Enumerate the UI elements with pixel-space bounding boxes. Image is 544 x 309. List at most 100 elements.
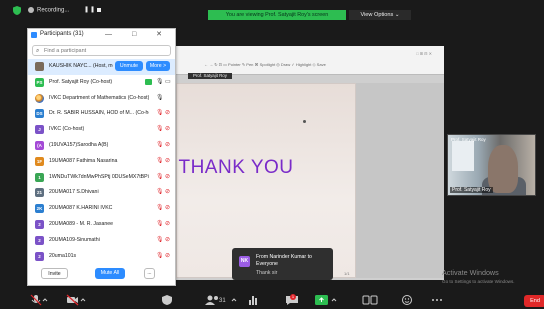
microphone-icon[interactable]: 🎙	[156, 95, 164, 102]
chat-notification[interactable]: NK From Narinder Kumar to Everyone Thank…	[232, 248, 333, 280]
speaker-video-thumbnail[interactable]: Prof. Satyajit Roy Prof. Satyajit Roy	[447, 134, 536, 196]
microphone-icon[interactable]: 🎙	[156, 79, 164, 86]
search-input[interactable]	[44, 47, 164, 55]
security-button[interactable]	[160, 294, 174, 306]
panel-window-controls[interactable]: — □ ✕	[105, 30, 171, 38]
participant-avatar: DS	[35, 109, 44, 119]
end-meeting-button[interactable]: End	[524, 295, 544, 307]
video-top-label: Prof. Satyajit Roy	[451, 137, 486, 142]
participant-name: IVKC (Co-host)	[49, 126, 85, 133]
recording-label: Recording...	[37, 7, 70, 14]
annotation-tools-row[interactable]: ← → ↻ ⊡ ▭ Pointer ✎ Pen ⌘ Spotlight ◎ Dr…	[204, 62, 326, 67]
participant-name: 19UMA087 Fathima Nasarina	[49, 157, 118, 164]
microphone-muted-icon[interactable]: 🎙	[156, 253, 164, 260]
stop-recording-button[interactable]	[97, 8, 101, 12]
participant-more-button[interactable]: More >	[146, 61, 170, 71]
more-dots-icon	[432, 299, 442, 301]
chat-button[interactable]: 1	[284, 294, 302, 306]
participant-row[interactable]: 2K 20UMA087 K.HARINI IVKC 🎙 ⊘	[28, 201, 175, 217]
record-button[interactable]	[362, 294, 378, 306]
microphone-muted-icon[interactable]: 🎙	[156, 142, 164, 149]
participant-row[interactable]: (A (19UVA157)Sarodha A(B) 🎙 ⊘	[28, 138, 175, 154]
unmute-button[interactable]: Unmute	[115, 61, 143, 71]
reactions-button[interactable]	[400, 294, 414, 306]
participant-row[interactable]: 1 1WNDuTWk7dnMwPhSPtj 0DUSeMX7tBPiBt... 🎙 ⊘	[28, 170, 175, 186]
mute-button[interactable]	[30, 294, 48, 306]
participant-row[interactable]: 2 20uma101s 🎙 ⊘	[28, 249, 175, 265]
share-screen-button[interactable]	[314, 294, 340, 306]
more-options-button[interactable]: ...	[144, 268, 155, 279]
recording-indicator: Recording...	[28, 7, 69, 14]
participant-search[interactable]: ⌕	[32, 45, 171, 56]
slide-number: 1/1	[344, 271, 350, 276]
participant-row[interactable]: IVKC Department of Mathematics (Co-host)…	[28, 91, 175, 107]
meeting-top-bar: Recording... ❚❚ You are viewing Prof. Sa…	[0, 0, 544, 20]
activate-windows-watermark: Activate Windows	[442, 268, 499, 277]
participants-button[interactable]: 31	[203, 294, 241, 306]
invite-button[interactable]: Invite	[41, 268, 68, 279]
microphone-muted-icon[interactable]: 🎙	[156, 174, 164, 181]
participant-row[interactable]: 1F 19UMA087 Fathima Nasarina 🎙 ⊘	[28, 154, 175, 170]
participant-avatar: 2K	[35, 204, 44, 214]
participant-name: 20UMA087 K.HARINI IVKC	[49, 205, 113, 212]
viewing-screen-label: You are viewing Prof. Satyajit Roy's scr…	[225, 12, 329, 18]
microphone-muted-icon[interactable]: 🎙	[156, 110, 164, 117]
participant-avatar: (A	[35, 140, 44, 150]
microphone-muted-icon[interactable]: 🎙	[156, 205, 164, 212]
video-button[interactable]	[66, 294, 86, 306]
participant-row[interactable]: KAUSHIK NAYC... (Host, me) Unmute More >	[28, 59, 175, 75]
presentation-window-controls[interactable]: □ ⊞ ⊟ ✕	[416, 51, 432, 56]
participant-name: (19UVA157)Sarodha A(B)	[49, 141, 109, 148]
search-icon: ⌕	[36, 48, 40, 54]
participants-title-bar: Participants (31) — □ ✕	[28, 29, 175, 41]
participant-avatar: 2	[35, 219, 44, 229]
microphone-muted-icon[interactable]: 🎙	[156, 158, 164, 165]
share-screen-icon	[315, 295, 337, 305]
participant-avatar: PS	[35, 77, 44, 87]
recording-dot-icon	[28, 7, 34, 13]
participant-avatar	[35, 93, 44, 103]
chat-sender: From Narinder Kumar to Everyone	[256, 254, 312, 267]
slide-title: THANK YOU	[178, 157, 294, 178]
reactions-icon	[402, 295, 412, 305]
participant-row[interactable]: PS Prof. Satyajit Roy (Co-host) 🎙 ▭	[28, 75, 175, 91]
microphone-muted-icon[interactable]: 🎙	[156, 237, 164, 244]
polls-button[interactable]	[246, 294, 260, 306]
video-off-icon: ⊘	[165, 252, 171, 259]
video-off-icon: ⊘	[165, 157, 171, 164]
video-off-icon: ⊘	[165, 126, 171, 133]
presentation-toolbar: ← → ↻ ⊡ ▭ Pointer ✎ Pen ⌘ Spotlight ◎ Dr…	[176, 46, 444, 75]
mute-all-button[interactable]: Mute All	[95, 268, 125, 279]
participant-avatar: 2	[35, 251, 44, 261]
svg-text:31: 31	[219, 298, 226, 304]
participant-name: 20UMA089 - M. R. Jasanee	[49, 220, 114, 227]
view-options-button[interactable]: View Options ⌄	[349, 10, 411, 20]
microphone-muted-icon[interactable]: 🎙	[156, 221, 164, 228]
video-off-icon: ⊘	[165, 189, 171, 196]
participant-avatar: J	[35, 125, 44, 135]
participant-row[interactable]: J IVKC (Co-host) 🎙 ⊘	[28, 122, 175, 138]
participant-row[interactable]: 2 20UMA089 - M. R. Jasanee 🎙 ⊘	[28, 217, 175, 233]
participant-row[interactable]: 21 20UMA017 S.Dhivani 🎙 ⊘	[28, 185, 175, 201]
slide-side-area	[356, 83, 444, 278]
participant-name: 20uma101s	[49, 252, 77, 259]
video-off-icon: ⊘	[165, 205, 171, 212]
participant-name: 1WNDuTWk7dnMwPhSPtj 0DUSeMX7tBPiBt...	[49, 173, 149, 180]
participant-name: 20UMA017 S.Dhivani	[49, 189, 99, 196]
security-shield-icon[interactable]	[13, 6, 21, 15]
video-off-icon: ⊘	[165, 141, 171, 148]
viewing-screen-banner: You are viewing Prof. Satyajit Roy's scr…	[208, 10, 346, 20]
microphone-muted-icon[interactable]: 🎙	[156, 189, 164, 196]
video-off-icon	[66, 294, 86, 306]
more-button[interactable]	[430, 294, 444, 306]
participants-title: Participants (31)	[40, 31, 84, 37]
participant-row[interactable]: DS Dr. R. SABIR HUSSAIN, HOD of M... (Co-…	[28, 106, 175, 122]
sender-avatar: NK	[239, 256, 250, 267]
participant-row[interactable]: 2 20UMA109-Sinumathi 🎙 ⊘	[28, 233, 175, 249]
chat-unread-badge: 1	[290, 294, 296, 300]
video-name-label: Prof. Satyajit Roy	[450, 187, 493, 193]
microphone-muted-icon[interactable]: 🎙	[156, 126, 164, 133]
participant-name: 20UMA109-Sinumathi	[49, 236, 100, 243]
pause-recording-button[interactable]: ❚❚	[84, 6, 96, 13]
participant-name: KAUSHIK NAYC... (Host, me)	[49, 63, 113, 69]
